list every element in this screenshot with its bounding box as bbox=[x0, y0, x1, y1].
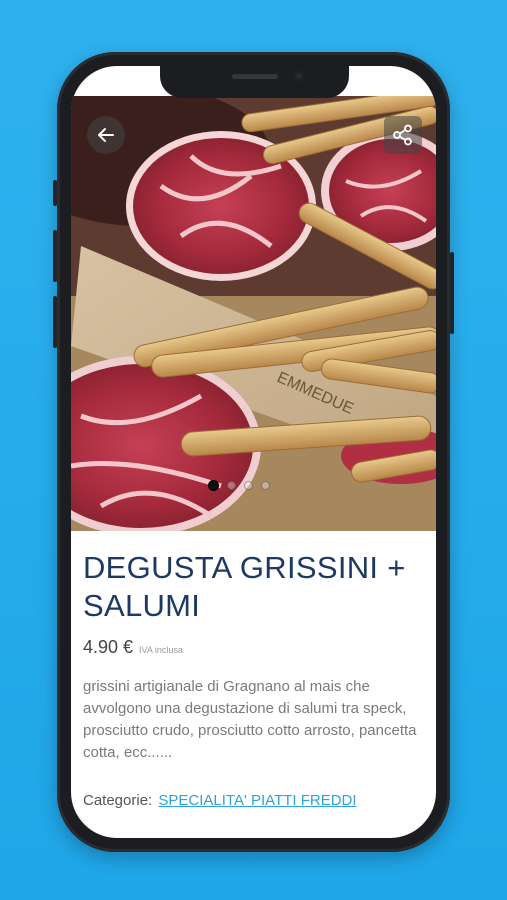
carousel-dot-4[interactable] bbox=[261, 481, 270, 490]
power-button bbox=[450, 252, 454, 334]
back-button[interactable] bbox=[87, 116, 125, 154]
camera bbox=[293, 70, 305, 82]
price-row: 4.90 € IVA inclusa bbox=[83, 637, 423, 658]
speaker bbox=[232, 74, 278, 79]
product-image-carousel[interactable]: EMMEDUE bbox=[71, 96, 436, 531]
product-details: DEGUSTA GRISSINI + SALUMI 4.90 € IVA inc… bbox=[83, 549, 423, 809]
categories-row: Categorie: SPECIALITA' PIATTI FREDDI bbox=[83, 792, 423, 809]
category-link[interactable]: SPECIALITA' PIATTI FREDDI bbox=[158, 792, 356, 809]
categories-label: Categorie: bbox=[83, 792, 153, 809]
vat-note: IVA inclusa bbox=[139, 645, 183, 655]
app-screen: EMMEDUE DEGUSTA GRISSINI + SALUMI 4.90 €… bbox=[71, 66, 436, 838]
product-description: grissini artigianale di Gragnano al mais… bbox=[83, 678, 417, 761]
share-button[interactable] bbox=[384, 116, 422, 154]
product-photo: EMMEDUE bbox=[71, 96, 436, 531]
share-icon bbox=[393, 124, 412, 146]
carousel-indicators bbox=[208, 480, 270, 491]
volume-down-button bbox=[53, 296, 57, 348]
carousel-dot-1[interactable] bbox=[208, 480, 219, 491]
carousel-dot-2[interactable] bbox=[227, 481, 236, 490]
arrow-left-icon bbox=[98, 128, 114, 142]
product-title: DEGUSTA GRISSINI + SALUMI bbox=[83, 550, 406, 623]
mute-switch bbox=[53, 180, 57, 206]
carousel-dot-3[interactable] bbox=[244, 481, 253, 490]
notch bbox=[160, 66, 349, 98]
product-price: 4.90 € bbox=[83, 637, 134, 657]
volume-up-button bbox=[53, 230, 57, 282]
phone-frame: EMMEDUE DEGUSTA GRISSINI + SALUMI 4.90 €… bbox=[53, 52, 454, 852]
